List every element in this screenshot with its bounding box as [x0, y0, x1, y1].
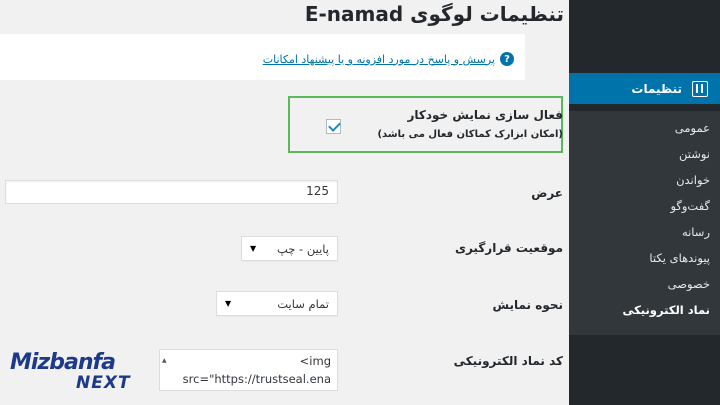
logo-sub-text: NEXT: [76, 373, 131, 393]
page-title: تنظیمات لوگوی E-namad: [304, 2, 564, 26]
logo-main-text: Mizbanfa: [10, 350, 116, 375]
display-mode-select[interactable]: تمام سایت ▼: [216, 291, 338, 316]
sidebar-item-settings-label: تنظیمات: [631, 81, 682, 96]
submenu-item-reading[interactable]: خواندن: [569, 167, 720, 193]
settings-submenu: عمومی نوشتن خواندن گفت‌وگو رسانه پیوندها…: [569, 111, 720, 335]
auto-display-label: فعال سازی نمایش خودکار: [407, 108, 563, 122]
mizbanfa-logo: Mizbanfa NEXT: [10, 352, 140, 400]
enamad-code-line-1: <img: [299, 354, 331, 368]
dropdown-arrow-icon: ▼: [250, 244, 257, 253]
submenu-item-enamad[interactable]: نماد الکترونیکی: [569, 297, 720, 323]
position-label: موقعیت قرارگیری: [454, 241, 563, 255]
submenu-item-general[interactable]: عمومی: [569, 115, 720, 141]
help-link-text: پرسش و پاسخ در مورد افزونه و یا پیشنهاد …: [262, 52, 495, 66]
submenu-item-writing[interactable]: نوشتن: [569, 141, 720, 167]
enamad-code-textarea[interactable]: <img src="https://trustseal.ena ▲: [159, 349, 338, 391]
enamad-code-label: کد نماد الکترونیکی: [453, 354, 563, 368]
auto-display-description: (امکان ابزارک کماکان فعال می باشد): [377, 129, 563, 140]
help-link[interactable]: ? پرسش و پاسخ در مورد افزونه و یا پیشنها…: [263, 52, 514, 66]
sidebar-item-settings[interactable]: تنظیمات: [561, 73, 720, 104]
submenu-item-discussion[interactable]: گفت‌وگو: [569, 193, 720, 219]
position-select[interactable]: پایین - چپ ▼: [241, 236, 338, 261]
width-label: عرض: [531, 186, 563, 200]
display-mode-select-value: تمام سایت: [277, 296, 329, 311]
display-mode-label: نحوه نمایش: [492, 298, 563, 312]
submenu-item-permalinks[interactable]: پیوندهای یکتا: [569, 245, 720, 271]
scroll-up-icon[interactable]: ▲: [162, 352, 167, 370]
settings-sliders-icon: [692, 80, 708, 97]
position-select-value: پایین - چپ: [277, 241, 329, 256]
dropdown-arrow-icon: ▼: [225, 299, 232, 308]
submenu-item-privacy[interactable]: خصوصی: [569, 271, 720, 297]
enamad-code-line-2: src="https://trustseal.ena: [182, 372, 331, 386]
help-icon: ?: [500, 52, 514, 66]
auto-display-checkbox[interactable]: [326, 119, 341, 134]
width-input[interactable]: 125: [5, 180, 338, 204]
submenu-item-media[interactable]: رسانه: [569, 219, 720, 245]
